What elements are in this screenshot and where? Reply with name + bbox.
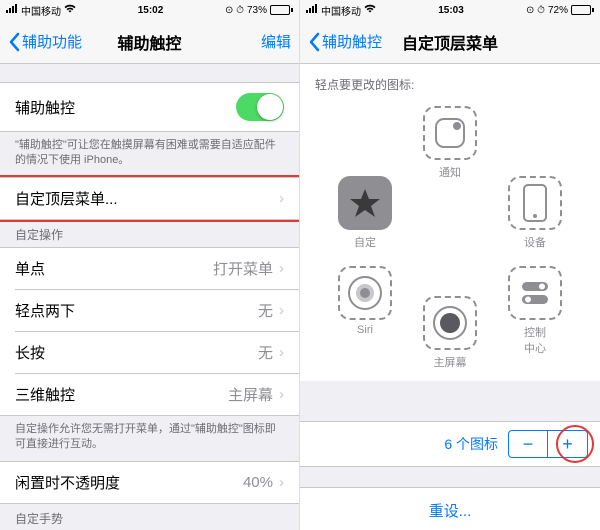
hint-text: 轻点要更改的图标: (300, 64, 600, 101)
edit-button[interactable]: 编辑 (261, 31, 291, 52)
carrier-label: 中国移动 (21, 3, 61, 18)
left-screenshot: 中国移动 15:02 ⊙ ⏱ 73% 辅助功能 辅助触控 编辑 (0, 0, 300, 530)
cell-label: 单点 (15, 258, 45, 279)
idle-opacity-value: 40% (243, 474, 273, 491)
icon-label: 主屏幕 (434, 354, 467, 370)
battery-pct: 73% (247, 5, 267, 16)
alarm-icon: ⊙ ⏱ (526, 5, 545, 16)
assistive-touch-toggle-row[interactable]: 辅助触控 (0, 82, 299, 132)
nav-bar: 辅助触控 自定顶层菜单 (300, 20, 600, 64)
chevron-right-icon: › (279, 386, 284, 403)
cell-value: 无 (258, 300, 273, 321)
actions-footer: 自定操作允许您无需打开菜单，通过"辅助触控"图标即可直接进行互动。 (0, 416, 299, 461)
back-button[interactable]: 辅助功能 (8, 31, 82, 52)
custom-top-menu-label: 自定顶层菜单... (15, 188, 118, 209)
cell-value: 无 (258, 342, 273, 363)
back-label: 辅助功能 (22, 31, 82, 52)
chevron-right-icon: › (279, 260, 284, 277)
back-button[interactable]: 辅助触控 (308, 31, 382, 52)
reset-button[interactable]: 重设... (300, 487, 600, 530)
cell-label: 三维触控 (15, 384, 75, 405)
alarm-icon: ⊙ ⏱ (225, 5, 244, 16)
battery-icon (270, 5, 293, 15)
counter-row: 6 个图标 − + (300, 421, 600, 467)
battery-pct: 72% (548, 5, 568, 16)
status-time: 15:02 (138, 5, 164, 16)
icon-label: 设备 (524, 234, 546, 250)
icon-label: 控制 中心 (524, 324, 546, 356)
gestures-header: 自定手势 (0, 504, 299, 530)
right-screenshot: 中国移动 15:03 ⊙ ⏱ 72% 辅助触控 自定顶层菜单 (300, 0, 600, 530)
custom-top-menu-row[interactable]: 自定顶层菜单... › (0, 177, 299, 220)
status-time: 15:03 (438, 5, 464, 16)
icon-custom[interactable]: 自定 (325, 176, 405, 250)
icon-stepper: − + (508, 430, 588, 458)
action-3d-touch-row[interactable]: 三维触控 主屏幕 › (15, 373, 299, 415)
icon-device[interactable]: 设备 (495, 176, 575, 250)
chevron-right-icon: › (279, 344, 284, 361)
chevron-right-icon: › (279, 302, 284, 319)
cell-label: 轻点两下 (15, 300, 75, 321)
page-title: 辅助触控 (117, 30, 181, 54)
nav-bar: 辅助功能 辅助触控 编辑 (0, 20, 299, 64)
icon-count: 6 个图标 (444, 434, 498, 454)
assistive-footer: "辅助触控"可让您在触摸屏幕有困难或需要自适应配件的情况下使用 iPhone。 (0, 132, 299, 177)
icon-control-center[interactable]: 控制 中心 (495, 266, 575, 356)
cell-value: 打开菜单 (213, 258, 273, 279)
action-single-tap-row[interactable]: 单点 打开菜单 › (0, 248, 299, 289)
chevron-right-icon: › (279, 190, 284, 207)
icon-label: 自定 (354, 234, 376, 250)
assistive-touch-label: 辅助触控 (15, 97, 75, 118)
icon-notification[interactable]: 通知 (410, 106, 490, 180)
idle-opacity-label: 闲置时不透明度 (15, 472, 120, 493)
carrier-label: 中国移动 (321, 3, 361, 18)
back-label: 辅助触控 (322, 31, 382, 52)
status-bar: 中国移动 15:02 ⊙ ⏱ 73% (0, 0, 299, 20)
idle-opacity-row[interactable]: 闲置时不透明度 40% › (0, 461, 299, 504)
assistive-touch-switch[interactable] (236, 93, 284, 121)
custom-actions-header: 自定操作 (0, 220, 299, 247)
stepper-minus-button[interactable]: − (508, 430, 548, 458)
cell-label: 长按 (15, 342, 45, 363)
icon-label: 通知 (439, 164, 461, 180)
chevron-right-icon: › (279, 474, 284, 491)
icon-grid: 通知 自定 设备 (300, 101, 600, 381)
page-title: 自定顶层菜单 (402, 30, 498, 54)
icon-home[interactable]: 主屏幕 (410, 296, 490, 370)
stepper-plus-button[interactable]: + (548, 430, 588, 458)
action-double-tap-row[interactable]: 轻点两下 无 › (15, 289, 299, 331)
icon-label: Siri (357, 324, 373, 336)
wifi-icon (364, 4, 376, 16)
icon-siri[interactable]: Siri (325, 266, 405, 336)
status-bar: 中国移动 15:03 ⊙ ⏱ 72% (300, 0, 600, 20)
wifi-icon (64, 4, 76, 16)
cell-value: 主屏幕 (228, 384, 273, 405)
battery-icon (571, 5, 594, 15)
action-long-press-row[interactable]: 长按 无 › (15, 331, 299, 373)
